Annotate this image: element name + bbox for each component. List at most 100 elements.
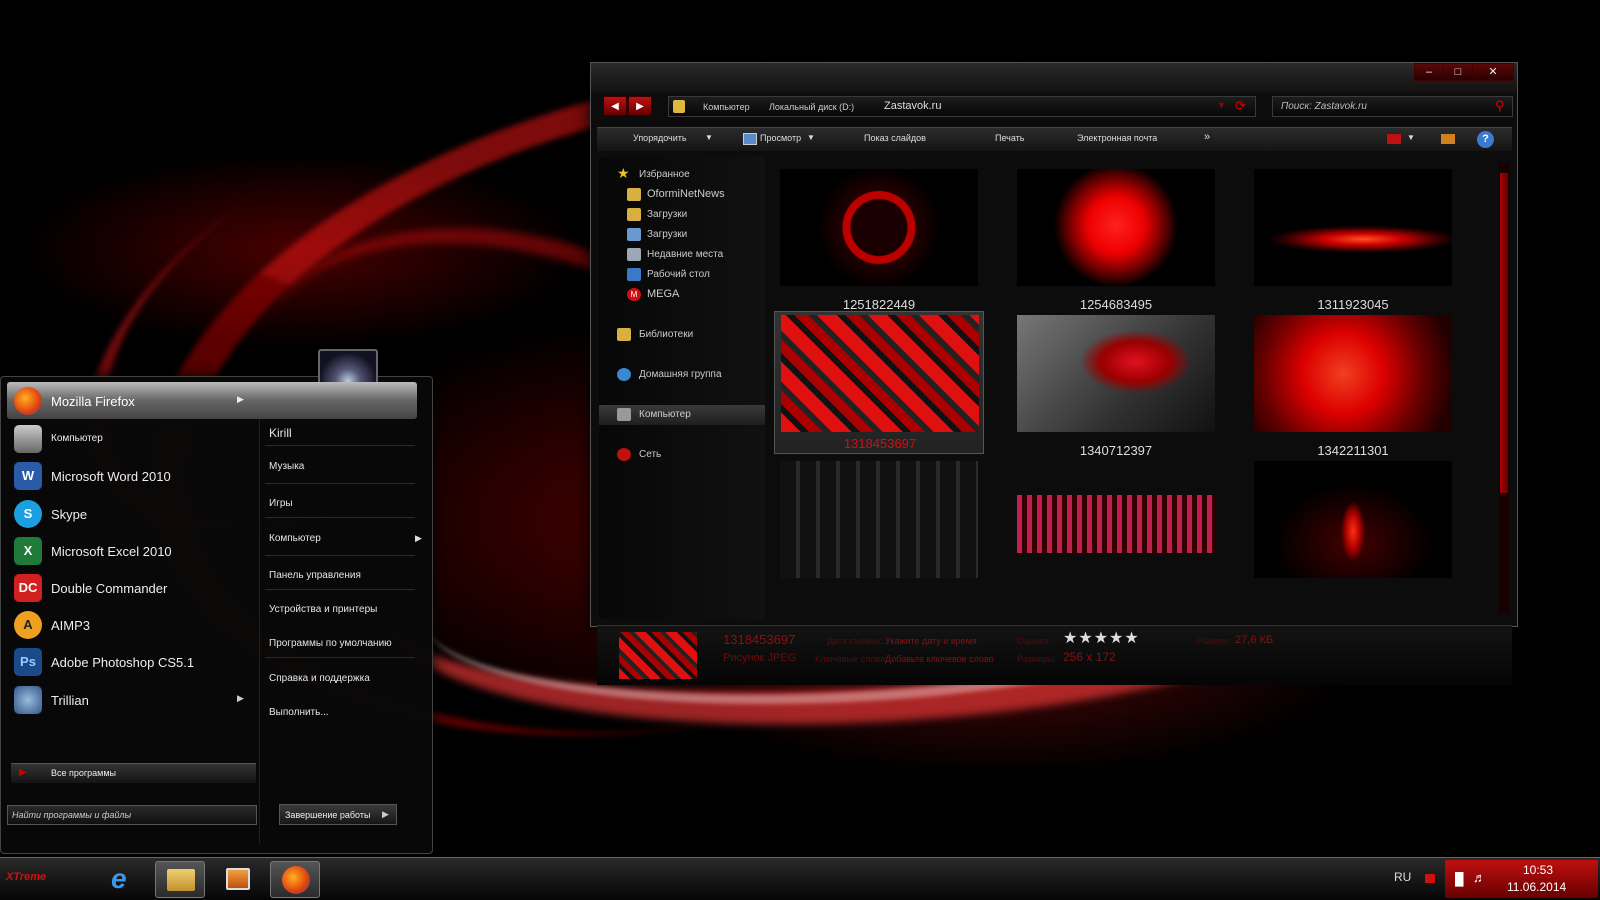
detail-name: 1318453697 [723, 632, 796, 647]
shutdown-options-icon[interactable]: ▶ [382, 809, 389, 820]
nav-homegroup[interactable]: Домашняя группа [599, 365, 765, 385]
breadcrumb-zastavok[interactable]: Zastavok.ru [884, 100, 941, 112]
word-icon: W [14, 462, 42, 490]
nav-computer[interactable]: Компьютер [599, 405, 765, 425]
title-bar[interactable] [591, 63, 1517, 93]
detail-type: Рисунок JPEG [723, 652, 797, 664]
program-photoshop[interactable]: Ps Adobe Photoshop CS5.1 [7, 643, 255, 680]
refresh-icon[interactable]: ⟳ [1235, 98, 1246, 114]
chevron-down-icon[interactable]: ▼ [807, 133, 815, 142]
red-streak-icon [1254, 169, 1452, 286]
program-trillian[interactable]: Trillian ▶ [7, 681, 255, 718]
nav-item-downloads[interactable]: Загрузки [599, 205, 765, 225]
program-computer[interactable]: Компьютер [7, 420, 255, 457]
file-list: 1251822449 1254683495 1311923045 1318453… [771, 157, 1506, 619]
minimize-button[interactable]: – [1414, 63, 1444, 81]
shutdown-button[interactable]: Завершение работы ▶ [279, 804, 397, 825]
help-icon[interactable]: ? [1477, 131, 1494, 148]
program-word[interactable]: W Microsoft Word 2010 [7, 457, 255, 494]
folder-icon [673, 100, 685, 113]
search-box[interactable]: Поиск: Zastavok.ru ⚲ [1272, 96, 1513, 117]
thumbnail-item[interactable]: 1318453697 [774, 311, 984, 454]
computer-icon [617, 408, 631, 421]
chevron-down-icon[interactable]: ▼ [1217, 100, 1226, 110]
fire-emblem-icon [780, 169, 978, 286]
right-item-user[interactable]: Kirill [269, 426, 292, 440]
forward-button[interactable]: ▶ [628, 96, 652, 116]
program-skype[interactable]: S Skype [7, 495, 255, 532]
taskbar-explorer[interactable] [155, 861, 205, 898]
thumbnail-item[interactable]: 1311923045 [1254, 169, 1452, 316]
breadcrumb-computer[interactable]: Компьютер [703, 102, 750, 112]
detail-tags-value[interactable]: Добавьте ключевое слово [885, 654, 994, 664]
rating-stars[interactable]: ★★★★★ [1063, 628, 1140, 648]
nav-item-mega[interactable]: M MEGA [599, 285, 765, 305]
thumbnail-item[interactable] [1254, 461, 1452, 608]
submenu-arrow-icon: ▶ [237, 693, 244, 703]
preview-pane-icon[interactable] [1441, 134, 1455, 144]
thumbnail-item[interactable]: 1254683495 [1017, 169, 1215, 316]
explorer-window: – □ ✕ ◀ ▶ Компьютер Локальный диск (D:) … [590, 62, 1518, 685]
thumbnail-item[interactable] [780, 461, 978, 608]
right-item-run[interactable]: Выполнить... [269, 707, 329, 718]
breadcrumb-drive-d[interactable]: Локальный диск (D:) [769, 102, 854, 112]
start-button[interactable]: XTreme [0, 861, 84, 897]
taskbar-media-player[interactable] [212, 861, 262, 898]
program-firefox[interactable]: Mozilla Firefox ▶ [7, 382, 417, 419]
scrollbar[interactable] [1499, 163, 1509, 613]
thumbnail-item[interactable]: 1340712397 [1017, 315, 1215, 462]
right-item-computer[interactable]: Компьютер [269, 533, 321, 544]
red-cubes-icon [781, 315, 979, 432]
nav-network[interactable]: Сеть [599, 445, 765, 465]
close-button[interactable]: ✕ [1472, 63, 1514, 81]
address-bar[interactable]: Компьютер Локальный диск (D:) Zastavok.r… [668, 96, 1256, 117]
nav-favorites[interactable]: ★ Избранное [599, 165, 765, 185]
file-explorer-icon [167, 869, 195, 891]
thumbnail-item[interactable]: 1251822449 [780, 169, 978, 316]
notification-icon[interactable] [1425, 874, 1435, 883]
right-item-control-panel[interactable]: Панель управления [269, 570, 361, 581]
taskbar-firefox[interactable] [270, 861, 320, 898]
email-button[interactable]: Электронная почта [1077, 133, 1157, 143]
detail-thumbnail [619, 632, 697, 679]
print-button[interactable]: Печать [995, 133, 1024, 143]
view-options-icon[interactable] [1387, 134, 1401, 144]
clock-date[interactable]: 11.06.2014 [1507, 880, 1566, 894]
right-item-default-programs[interactable]: Программы по умолчанию [269, 638, 392, 649]
signal-icon[interactable]: █ [1455, 872, 1464, 886]
detail-date-value[interactable]: Укажите дату и время [885, 636, 977, 646]
nav-item-oformi[interactable]: OformiNetNews [599, 185, 765, 205]
program-aimp[interactable]: A AIMP3 [7, 606, 255, 643]
chevron-down-icon[interactable]: ▼ [1407, 133, 1415, 142]
organize-button[interactable]: Упорядочить [633, 133, 687, 143]
search-icon[interactable]: ⚲ [1495, 98, 1505, 114]
nav-item-recent[interactable]: Недавние места [599, 245, 765, 265]
more-button[interactable]: » [1204, 131, 1210, 143]
right-item-games[interactable]: Игры [269, 498, 293, 509]
taskbar-ie[interactable]: e [100, 861, 150, 898]
chevron-down-icon[interactable]: ▼ [705, 133, 713, 142]
thumbnail-item[interactable]: 1342211301 [1254, 315, 1452, 462]
language-indicator[interactable]: RU [1394, 870, 1411, 884]
right-item-music[interactable]: Музыка [269, 461, 304, 472]
slideshow-button[interactable]: Показ слайдов [864, 133, 926, 143]
view-button[interactable]: Просмотр [760, 133, 801, 143]
thumbnail-item[interactable] [1017, 461, 1215, 608]
start-search-input[interactable]: Найти программы и файлы [7, 805, 257, 825]
all-programs-button[interactable]: ▶ Все программы [11, 763, 256, 783]
back-button[interactable]: ◀ [603, 96, 627, 116]
nav-libraries[interactable]: Библиотеки [599, 325, 765, 345]
clock-time[interactable]: 10:53 [1523, 863, 1553, 877]
program-excel[interactable]: X Microsoft Excel 2010 [7, 532, 255, 569]
scrollbar-thumb[interactable] [1500, 173, 1508, 493]
right-item-devices[interactable]: Устройства и принтеры [269, 604, 377, 615]
nav-item-desktop[interactable]: Рабочий стол [599, 265, 765, 285]
volume-icon[interactable]: ♬ [1473, 870, 1486, 885]
divider [265, 555, 415, 556]
right-item-help[interactable]: Справка и поддержка [269, 673, 370, 684]
maximize-button[interactable]: □ [1443, 63, 1473, 81]
nav-item-downloads[interactable]: Загрузки [599, 225, 765, 245]
downloads-icon [627, 228, 641, 241]
search-input[interactable]: Поиск: Zastavok.ru [1281, 101, 1367, 112]
program-double-commander[interactable]: DC Double Commander [7, 569, 255, 606]
